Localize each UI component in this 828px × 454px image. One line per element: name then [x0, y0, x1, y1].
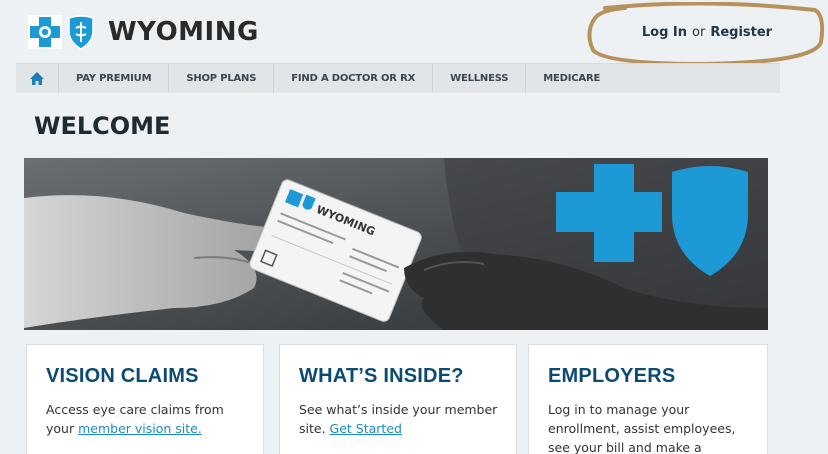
- nav-home[interactable]: [16, 64, 59, 93]
- brand-name: WYOMING: [108, 17, 259, 47]
- member-vision-site-link[interactable]: member vision site.: [78, 421, 202, 436]
- blue-cross-icon: [28, 15, 62, 49]
- register-link[interactable]: Register: [710, 25, 772, 40]
- home-icon: [30, 72, 44, 85]
- main-nav: PAY PREMIUM SHOP PLANS FIND A DOCTOR OR …: [16, 63, 780, 93]
- card-text: Access eye care claims from your member …: [46, 400, 247, 438]
- page: WYOMING Log In or Register PAY PREMIUM S…: [0, 0, 828, 454]
- hero-image: WYOMING: [24, 158, 768, 330]
- nav-pay-premium[interactable]: PAY PREMIUM: [59, 64, 170, 93]
- employers-card: EMPLOYERS Log in to manage your enrollme…: [528, 344, 768, 454]
- bcbs-logo[interactable]: WYOMING: [28, 12, 259, 52]
- card-title: WHAT’S INSIDE?: [299, 365, 464, 387]
- card-title: EMPLOYERS: [548, 365, 676, 387]
- nav-find-doctor[interactable]: FIND A DOCTOR OR RX: [274, 64, 434, 93]
- vision-claims-card: VISION CLAIMS Access eye care claims fro…: [26, 344, 264, 454]
- nav-wellness[interactable]: WELLNESS: [433, 64, 527, 93]
- nav-medicare[interactable]: MEDICARE: [526, 64, 617, 93]
- login-link[interactable]: Log In: [642, 25, 687, 40]
- card-text: See what’s inside your member site. Get …: [299, 400, 500, 438]
- card-title: VISION CLAIMS: [46, 365, 199, 387]
- whats-inside-card: WHAT’S INSIDE? See what’s inside your me…: [279, 344, 517, 454]
- blue-shield-icon: [68, 15, 94, 50]
- auth-links: Log In or Register: [592, 10, 822, 54]
- page-title: WELCOME: [34, 112, 171, 140]
- or-text: or: [692, 24, 706, 40]
- get-started-link[interactable]: Get Started: [330, 421, 402, 436]
- card-text: Log in to manage your enrollment, assist…: [548, 402, 736, 454]
- hero-illustration: WYOMING: [24, 158, 768, 330]
- nav-shop-plans[interactable]: SHOP PLANS: [169, 64, 275, 93]
